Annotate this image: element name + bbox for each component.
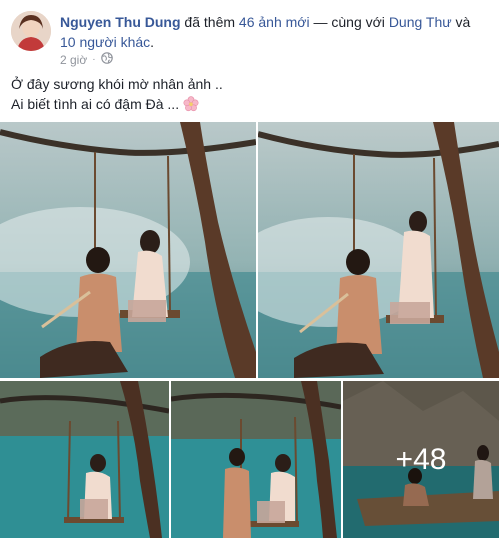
photo-5[interactable]: +48 [343,381,499,538]
photo-4[interactable] [171,381,341,538]
others-link[interactable]: 10 người khác [60,34,150,50]
and-text: và [451,14,471,30]
avatar-image [11,11,51,51]
photo-4-image [171,381,341,538]
with-text: — cùng với [309,14,389,30]
photo-count-link[interactable]: 46 ảnh mới [239,14,310,30]
caption-line-2-row: Ai biết tình ai có đậm Đà ... [11,94,223,114]
post-title-line: Nguyen Thu Dung đã thêm 46 ảnh mới — cùn… [60,12,480,52]
more-photos-count: +48 [395,442,447,476]
meta-separator: · [92,54,96,65]
tagged-friend-link[interactable]: Dung Thư [389,14,452,30]
post-caption: Ở đây sương khói mờ nhân ảnh .. Ai biết … [11,74,223,114]
photo-1-image [0,122,256,378]
caption-line-2: Ai biết tình ai có đậm Đà ... [11,96,180,112]
caption-line-1: Ở đây sương khói mờ nhân ảnh .. [11,76,223,92]
photo-2-image [258,122,499,378]
post-timestamp[interactable]: 2 giờ [60,53,87,67]
photo-3-image [0,381,169,538]
photo-1[interactable] [0,122,256,378]
more-photos-overlay[interactable]: +48 [343,381,499,538]
globe-icon[interactable] [100,52,113,67]
action-text: đã thêm [180,14,239,30]
author-name-link[interactable]: Nguyen Thu Dung [60,14,181,30]
post-meta: 2 giờ · [60,52,113,67]
post-header: Nguyen Thu Dung đã thêm 46 ảnh mới — cùn… [0,0,499,67]
avatar[interactable] [11,11,51,51]
cherry-blossom-icon [183,96,199,112]
photo-3[interactable] [0,381,169,538]
end-punct: . [150,34,155,50]
photo-2[interactable] [258,122,499,378]
